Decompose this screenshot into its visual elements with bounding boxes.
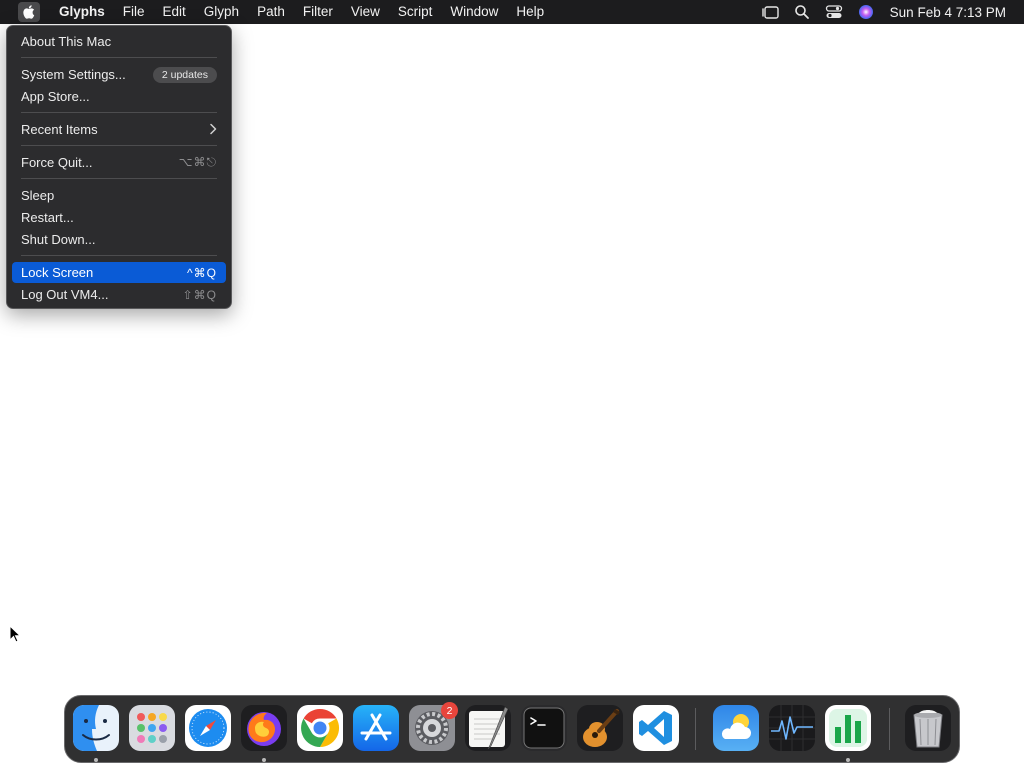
notification-badge: 2 bbox=[441, 702, 458, 719]
menu-path[interactable]: Path bbox=[248, 0, 294, 24]
apple-menu-dropdown: About This Mac System Settings... 2 upda… bbox=[6, 25, 232, 309]
menu-item-sleep[interactable]: Sleep bbox=[12, 185, 226, 206]
menu-item-recent-items[interactable]: Recent Items bbox=[12, 119, 226, 140]
menu-item-label: Restart... bbox=[21, 210, 74, 225]
menu-item-label: App Store... bbox=[21, 89, 90, 104]
firefox-icon[interactable] bbox=[241, 705, 287, 751]
menu-window[interactable]: Window bbox=[441, 0, 507, 24]
updates-badge: 2 updates bbox=[152, 66, 217, 83]
menu-app-name[interactable]: Glyphs bbox=[50, 0, 114, 24]
menu-item-shut-down[interactable]: Shut Down... bbox=[12, 229, 226, 250]
running-indicator bbox=[262, 758, 266, 762]
finder-icon[interactable] bbox=[73, 705, 119, 751]
menu-separator bbox=[21, 255, 217, 256]
keyboard-shortcut: ^⌘Q bbox=[187, 265, 217, 280]
running-indicator bbox=[846, 758, 850, 762]
siri-icon[interactable] bbox=[857, 3, 875, 21]
menu-item-lock-screen[interactable]: Lock Screen ^⌘Q bbox=[12, 262, 226, 283]
spotlight-search-icon[interactable] bbox=[793, 3, 811, 21]
app-store-icon[interactable] bbox=[353, 705, 399, 751]
menu-glyph[interactable]: Glyph bbox=[195, 0, 248, 24]
weather-icon[interactable] bbox=[713, 705, 759, 751]
menu-separator bbox=[21, 178, 217, 179]
menu-item-force-quit[interactable]: Force Quit... ⌥⌘⎋ bbox=[12, 152, 226, 173]
menu-item-label: Sleep bbox=[21, 188, 55, 203]
menu-item-about-this-mac[interactable]: About This Mac bbox=[12, 31, 226, 52]
menu-edit[interactable]: Edit bbox=[154, 0, 195, 24]
menu-bar: Glyphs File Edit Glyph Path Filter View … bbox=[0, 0, 1024, 24]
control-center-icon[interactable] bbox=[825, 3, 843, 21]
menu-item-label: Force Quit... bbox=[21, 155, 93, 170]
dock-divider bbox=[889, 708, 890, 750]
activity-monitor-icon[interactable] bbox=[769, 705, 815, 751]
terminal-icon[interactable] bbox=[521, 705, 567, 751]
mouse-pointer-icon bbox=[9, 624, 22, 643]
menu-view[interactable]: View bbox=[342, 0, 389, 24]
menu-separator bbox=[21, 57, 217, 58]
menu-file[interactable]: File bbox=[114, 0, 154, 24]
safari-icon[interactable] bbox=[185, 705, 231, 751]
chrome-icon[interactable] bbox=[297, 705, 343, 751]
menu-filter[interactable]: Filter bbox=[294, 0, 342, 24]
menu-item-label: Lock Screen bbox=[21, 265, 94, 280]
menu-item-app-store[interactable]: App Store... bbox=[12, 86, 226, 107]
menu-item-label: Shut Down... bbox=[21, 232, 96, 247]
menu-item-label: Recent Items bbox=[21, 122, 98, 137]
trash-icon[interactable] bbox=[905, 705, 951, 751]
menubar-clock[interactable]: Sun Feb 4 7:13 PM bbox=[890, 5, 1006, 20]
launchpad-icon[interactable] bbox=[129, 705, 175, 751]
menu-item-label: System Settings... bbox=[21, 67, 126, 82]
keyboard-shortcut: ⇧⌘Q bbox=[182, 287, 217, 302]
apple-menu-icon[interactable] bbox=[18, 2, 40, 22]
running-indicator bbox=[94, 758, 98, 762]
vscode-icon[interactable] bbox=[633, 705, 679, 751]
menu-item-label: Log Out VM4... bbox=[21, 287, 109, 302]
menu-separator bbox=[21, 145, 217, 146]
chevron-right-icon bbox=[209, 122, 217, 138]
menu-script[interactable]: Script bbox=[389, 0, 442, 24]
menu-item-system-settings[interactable]: System Settings... 2 updates bbox=[12, 64, 226, 85]
stage-manager-icon[interactable] bbox=[761, 3, 779, 21]
dock bbox=[64, 695, 960, 763]
textedit-icon[interactable] bbox=[465, 705, 511, 751]
dock-divider bbox=[695, 708, 696, 750]
numbers-icon[interactable] bbox=[825, 705, 871, 751]
menu-help[interactable]: Help bbox=[507, 0, 553, 24]
menu-item-label: About This Mac bbox=[21, 34, 112, 49]
garageband-icon[interactable] bbox=[577, 705, 623, 751]
menu-separator bbox=[21, 112, 217, 113]
menu-item-log-out[interactable]: Log Out VM4... ⇧⌘Q bbox=[12, 284, 226, 305]
menu-item-restart[interactable]: Restart... bbox=[12, 207, 226, 228]
keyboard-shortcut: ⌥⌘⎋ bbox=[178, 155, 217, 169]
